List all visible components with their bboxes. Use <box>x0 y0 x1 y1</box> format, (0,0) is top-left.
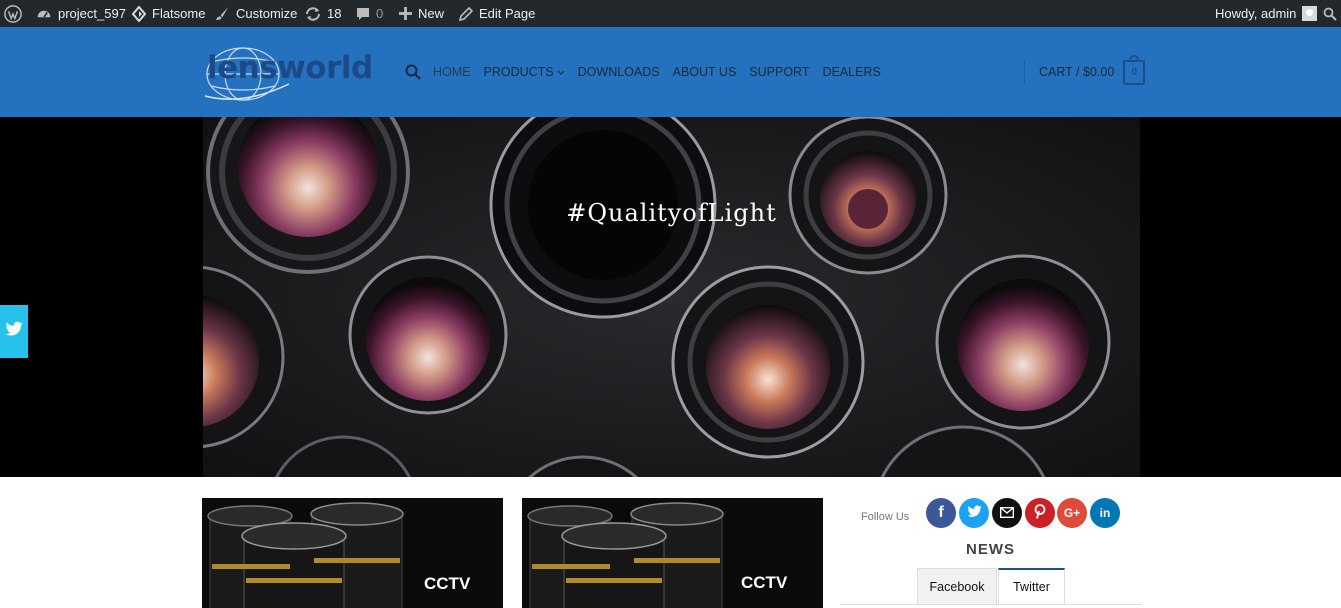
twitter-float-button[interactable] <box>0 305 28 358</box>
google-plus-icon: G+ <box>1063 506 1081 520</box>
google-plus-button[interactable]: G+ <box>1057 498 1087 528</box>
site-name-menu[interactable]: project_597 <box>36 0 126 27</box>
nav-products[interactable]: PRODUCTS <box>484 65 565 79</box>
twitter-icon <box>5 321 23 342</box>
pinterest-icon <box>1034 504 1046 522</box>
updates-icon <box>305 6 321 22</box>
updates-link[interactable]: 18 <box>305 0 341 27</box>
nav-downloads[interactable]: DOWNLOADS <box>578 65 660 79</box>
hero-caption: #QualityofLight <box>566 199 777 227</box>
tab-underline <box>840 604 1142 605</box>
site-header: lensworld HOME PRODUCTS DOWNLOADS ABOUT … <box>0 27 1341 117</box>
comments-link[interactable]: 0 <box>356 0 383 27</box>
avatar <box>1302 6 1318 21</box>
cart-link[interactable]: CART / $0.00 0 <box>1039 27 1146 117</box>
email-icon <box>999 506 1015 521</box>
card-label: CCTV <box>424 574 471 593</box>
flatsome-icon <box>132 5 146 22</box>
theme-name: Flatsome <box>152 6 206 21</box>
admin-search[interactable] <box>1323 0 1337 27</box>
cart-label: CART / $0.00 <box>1039 65 1115 79</box>
site-name: project_597 <box>58 6 126 21</box>
wordpress-icon <box>4 4 22 23</box>
search-icon <box>1323 7 1337 21</box>
edit-page-link[interactable]: Edit Page <box>459 0 535 27</box>
wp-admin-bar: project_597 Flatsome Customize 18 0 New <box>0 0 1341 27</box>
nav-products-label: PRODUCTS <box>483 65 554 79</box>
linkedin-icon: in <box>1099 506 1111 520</box>
customize-label: Customize <box>236 6 298 21</box>
twitter-button[interactable] <box>959 498 989 528</box>
search-icon[interactable] <box>405 64 421 80</box>
flatsome-menu[interactable]: Flatsome <box>132 0 205 27</box>
wp-logo-menu[interactable] <box>4 0 22 27</box>
site-logo[interactable]: lensworld <box>203 44 378 102</box>
facebook-icon: f <box>938 504 944 521</box>
lens-illustration <box>101 70 1140 608</box>
email-button[interactable] <box>992 498 1022 528</box>
my-account-menu[interactable]: Howdy, admin <box>1215 0 1318 27</box>
nav-home[interactable]: HOME <box>433 65 471 79</box>
new-content-menu[interactable]: New <box>399 0 444 27</box>
follow-us-label: Follow Us <box>861 511 910 523</box>
card-label: CCTV <box>741 573 788 592</box>
logo-text: lensworld <box>207 50 373 86</box>
facebook-button[interactable]: f <box>926 498 956 528</box>
greeting: Howdy, admin <box>1215 6 1297 21</box>
nav-about[interactable]: ABOUT US <box>673 65 737 79</box>
plus-icon <box>399 7 412 20</box>
hero-banner: #QualityofLight <box>0 70 1341 608</box>
brush-icon <box>215 6 230 21</box>
chevron-down-icon <box>557 65 565 79</box>
main-nav: HOME PRODUCTS DOWNLOADS ABOUT US SUPPORT… <box>405 27 894 117</box>
edit-page-label: Edit Page <box>479 6 536 21</box>
header-divider <box>1024 59 1025 85</box>
updates-count: 18 <box>327 6 342 21</box>
news-heading: NEWS <box>966 541 1015 558</box>
cart-count: 0 <box>1131 66 1138 78</box>
product-card-cctv-2[interactable]: CCTV <box>522 498 823 608</box>
pencil-icon <box>459 6 473 21</box>
product-card-cctv-1[interactable]: CCTV <box>202 498 503 608</box>
cart-icon: 0 <box>1123 54 1146 85</box>
comments-count: 0 <box>376 6 384 21</box>
pinterest-button[interactable] <box>1025 498 1055 528</box>
dashboard-icon <box>36 6 52 22</box>
tab-facebook[interactable]: Facebook <box>917 568 997 604</box>
twitter-icon <box>967 505 982 521</box>
tab-twitter[interactable]: Twitter <box>998 568 1065 604</box>
linkedin-button[interactable]: in <box>1090 498 1120 528</box>
nav-support[interactable]: SUPPORT <box>749 65 809 79</box>
customize-link[interactable]: Customize <box>215 0 297 27</box>
comment-icon <box>356 7 370 21</box>
hero-image: #QualityofLight <box>101 70 1140 608</box>
nav-dealers[interactable]: DEALERS <box>822 65 880 79</box>
new-label: New <box>418 6 445 21</box>
